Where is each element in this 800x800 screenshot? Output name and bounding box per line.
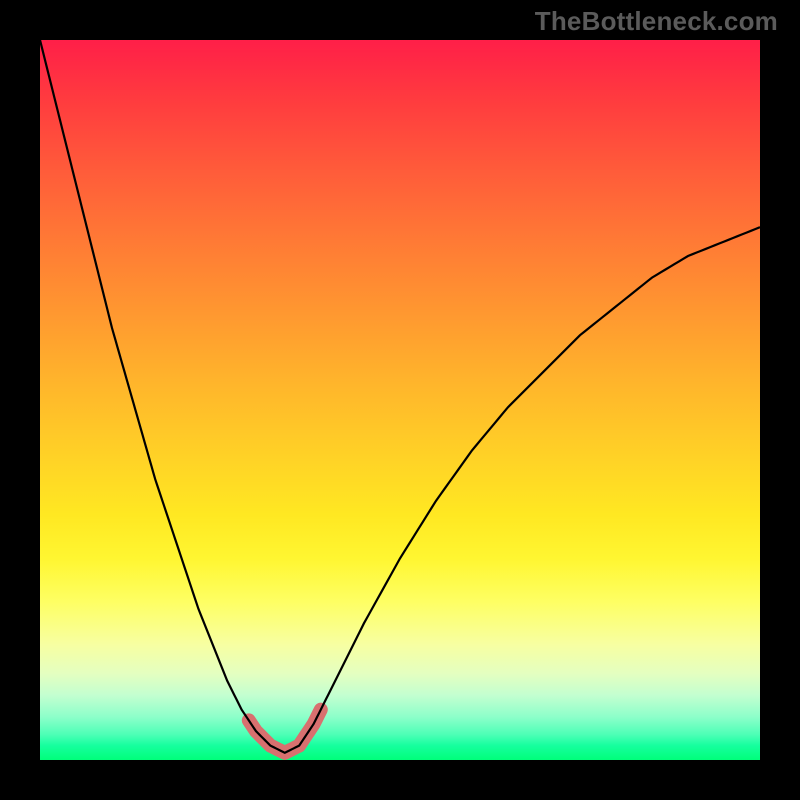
bottleneck-curve: [40, 40, 760, 760]
plot-area: [40, 40, 760, 760]
curve-path: [40, 40, 760, 753]
chart-frame: TheBottleneck.com: [0, 0, 800, 800]
watermark-text: TheBottleneck.com: [535, 6, 778, 37]
